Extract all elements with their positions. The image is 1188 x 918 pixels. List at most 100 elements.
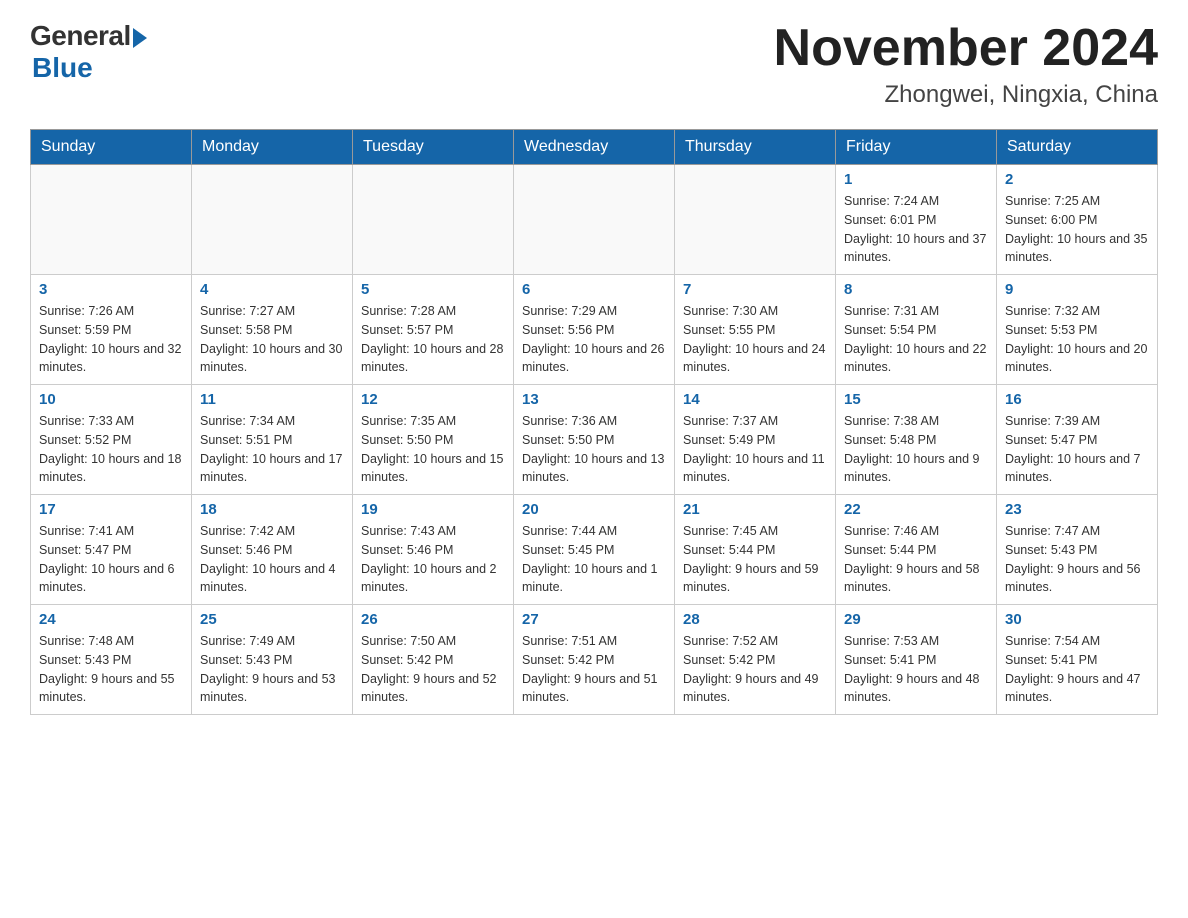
day-number: 26: [361, 611, 505, 628]
day-of-week-header: Thursday: [675, 130, 836, 165]
day-info: Sunrise: 7:32 AM Sunset: 5:53 PM Dayligh…: [1005, 302, 1149, 377]
day-of-week-header: Sunday: [31, 130, 192, 165]
day-info: Sunrise: 7:38 AM Sunset: 5:48 PM Dayligh…: [844, 412, 988, 487]
day-info: Sunrise: 7:48 AM Sunset: 5:43 PM Dayligh…: [39, 632, 183, 707]
day-number: 6: [522, 281, 666, 298]
day-info: Sunrise: 7:37 AM Sunset: 5:49 PM Dayligh…: [683, 412, 827, 487]
day-info: Sunrise: 7:49 AM Sunset: 5:43 PM Dayligh…: [200, 632, 344, 707]
calendar-day-cell: 16 Sunrise: 7:39 AM Sunset: 5:47 PM Dayli…: [997, 385, 1158, 495]
day-info: Sunrise: 7:24 AM Sunset: 6:01 PM Dayligh…: [844, 192, 988, 267]
calendar-day-cell: [31, 165, 192, 275]
calendar-day-cell: 7Sunrise: 7:30 AM Sunset: 5:55 PM Daylig…: [675, 275, 836, 385]
day-info: Sunrise: 7:45 AM Sunset: 5:44 PM Dayligh…: [683, 522, 827, 597]
calendar-day-cell: 30Sunrise: 7:54 AM Sunset: 5:41 PM Dayli…: [997, 605, 1158, 715]
day-number: 10: [39, 391, 183, 408]
day-number: 9: [1005, 281, 1149, 298]
day-info: Sunrise: 7:29 AM Sunset: 5:56 PM Dayligh…: [522, 302, 666, 377]
day-info: Sunrise: 7:53 AM Sunset: 5:41 PM Dayligh…: [844, 632, 988, 707]
day-info: Sunrise: 7:46 AM Sunset: 5:44 PM Dayligh…: [844, 522, 988, 597]
calendar-day-cell: 24 Sunrise: 7:48 AM Sunset: 5:43 PM Dayli…: [31, 605, 192, 715]
calendar-day-cell: [353, 165, 514, 275]
day-number: 8: [844, 281, 988, 298]
calendar-day-cell: 27 Sunrise: 7:51 AM Sunset: 5:42 PM Dayli…: [514, 605, 675, 715]
calendar-day-cell: 2 Sunrise: 7:25 AM Sunset: 6:00 PM Daylig…: [997, 165, 1158, 275]
day-info: Sunrise: 7:54 AM Sunset: 5:41 PM Dayligh…: [1005, 632, 1149, 707]
day-number: 4: [200, 281, 344, 298]
day-info: Sunrise: 7:47 AM Sunset: 5:43 PM Dayligh…: [1005, 522, 1149, 597]
day-number: 23: [1005, 501, 1149, 518]
logo-general-text: General: [30, 20, 131, 52]
calendar-day-cell: 8 Sunrise: 7:31 AM Sunset: 5:54 PM Daylig…: [836, 275, 997, 385]
day-number: 11: [200, 391, 344, 408]
calendar-day-cell: 14 Sunrise: 7:37 AM Sunset: 5:49 PM Dayli…: [675, 385, 836, 495]
calendar-week-row: 3Sunrise: 7:26 AM Sunset: 5:59 PM Daylig…: [31, 275, 1158, 385]
day-info: Sunrise: 7:36 AM Sunset: 5:50 PM Dayligh…: [522, 412, 666, 487]
day-info: Sunrise: 7:30 AM Sunset: 5:55 PM Dayligh…: [683, 302, 827, 377]
calendar-day-cell: 21 Sunrise: 7:45 AM Sunset: 5:44 PM Dayli…: [675, 495, 836, 605]
day-number: 1: [844, 171, 988, 188]
day-info: Sunrise: 7:33 AM Sunset: 5:52 PM Dayligh…: [39, 412, 183, 487]
day-number: 3: [39, 281, 183, 298]
logo-arrow-icon: [133, 28, 147, 48]
page-header: General Blue November 2024 Zhongwei, Nin…: [30, 20, 1158, 109]
calendar-day-cell: 29 Sunrise: 7:53 AM Sunset: 5:41 PM Dayli…: [836, 605, 997, 715]
day-of-week-header: Wednesday: [514, 130, 675, 165]
calendar-day-cell: 26 Sunrise: 7:50 AM Sunset: 5:42 PM Dayli…: [353, 605, 514, 715]
calendar-day-cell: [675, 165, 836, 275]
day-info: Sunrise: 7:50 AM Sunset: 5:42 PM Dayligh…: [361, 632, 505, 707]
day-of-week-header: Saturday: [997, 130, 1158, 165]
calendar-header-row: SundayMondayTuesdayWednesdayThursdayFrid…: [31, 130, 1158, 165]
day-info: Sunrise: 7:27 AM Sunset: 5:58 PM Dayligh…: [200, 302, 344, 377]
calendar-day-cell: 25 Sunrise: 7:49 AM Sunset: 5:43 PM Dayli…: [192, 605, 353, 715]
calendar-day-cell: 15 Sunrise: 7:38 AM Sunset: 5:48 PM Dayli…: [836, 385, 997, 495]
calendar-day-cell: 20Sunrise: 7:44 AM Sunset: 5:45 PM Dayli…: [514, 495, 675, 605]
calendar-week-row: 10 Sunrise: 7:33 AM Sunset: 5:52 PM Dayli…: [31, 385, 1158, 495]
calendar-table: SundayMondayTuesdayWednesdayThursdayFrid…: [30, 129, 1158, 715]
calendar-subtitle: Zhongwei, Ningxia, China: [774, 81, 1158, 109]
day-info: Sunrise: 7:34 AM Sunset: 5:51 PM Dayligh…: [200, 412, 344, 487]
calendar-day-cell: 1 Sunrise: 7:24 AM Sunset: 6:01 PM Daylig…: [836, 165, 997, 275]
day-of-week-header: Tuesday: [353, 130, 514, 165]
day-info: Sunrise: 7:25 AM Sunset: 6:00 PM Dayligh…: [1005, 192, 1149, 267]
day-number: 18: [200, 501, 344, 518]
day-info: Sunrise: 7:31 AM Sunset: 5:54 PM Dayligh…: [844, 302, 988, 377]
day-number: 24: [39, 611, 183, 628]
day-number: 19: [361, 501, 505, 518]
day-number: 12: [361, 391, 505, 408]
day-number: 16: [1005, 391, 1149, 408]
calendar-day-cell: 28 Sunrise: 7:52 AM Sunset: 5:42 PM Dayli…: [675, 605, 836, 715]
day-number: 25: [200, 611, 344, 628]
day-info: Sunrise: 7:39 AM Sunset: 5:47 PM Dayligh…: [1005, 412, 1149, 487]
day-number: 28: [683, 611, 827, 628]
calendar-day-cell: 11 Sunrise: 7:34 AM Sunset: 5:51 PM Dayli…: [192, 385, 353, 495]
day-number: 14: [683, 391, 827, 408]
calendar-week-row: 1 Sunrise: 7:24 AM Sunset: 6:01 PM Daylig…: [31, 165, 1158, 275]
day-info: Sunrise: 7:35 AM Sunset: 5:50 PM Dayligh…: [361, 412, 505, 487]
calendar-day-cell: [514, 165, 675, 275]
day-number: 21: [683, 501, 827, 518]
day-of-week-header: Monday: [192, 130, 353, 165]
day-info: Sunrise: 7:52 AM Sunset: 5:42 PM Dayligh…: [683, 632, 827, 707]
day-number: 29: [844, 611, 988, 628]
day-info: Sunrise: 7:42 AM Sunset: 5:46 PM Dayligh…: [200, 522, 344, 597]
day-number: 20: [522, 501, 666, 518]
calendar-day-cell: 22Sunrise: 7:46 AM Sunset: 5:44 PM Dayli…: [836, 495, 997, 605]
day-number: 27: [522, 611, 666, 628]
day-number: 13: [522, 391, 666, 408]
calendar-week-row: 24 Sunrise: 7:48 AM Sunset: 5:43 PM Dayli…: [31, 605, 1158, 715]
calendar-day-cell: 12 Sunrise: 7:35 AM Sunset: 5:50 PM Dayli…: [353, 385, 514, 495]
logo: General Blue: [30, 20, 147, 84]
day-of-week-header: Friday: [836, 130, 997, 165]
calendar-day-cell: 5 Sunrise: 7:28 AM Sunset: 5:57 PM Daylig…: [353, 275, 514, 385]
day-number: 15: [844, 391, 988, 408]
day-number: 17: [39, 501, 183, 518]
day-number: 2: [1005, 171, 1149, 188]
calendar-day-cell: 3Sunrise: 7:26 AM Sunset: 5:59 PM Daylig…: [31, 275, 192, 385]
calendar-day-cell: 23 Sunrise: 7:47 AM Sunset: 5:43 PM Dayli…: [997, 495, 1158, 605]
calendar-day-cell: 19Sunrise: 7:43 AM Sunset: 5:46 PM Dayli…: [353, 495, 514, 605]
day-info: Sunrise: 7:51 AM Sunset: 5:42 PM Dayligh…: [522, 632, 666, 707]
calendar-day-cell: 6 Sunrise: 7:29 AM Sunset: 5:56 PM Daylig…: [514, 275, 675, 385]
day-info: Sunrise: 7:28 AM Sunset: 5:57 PM Dayligh…: [361, 302, 505, 377]
calendar-day-cell: [192, 165, 353, 275]
day-number: 5: [361, 281, 505, 298]
